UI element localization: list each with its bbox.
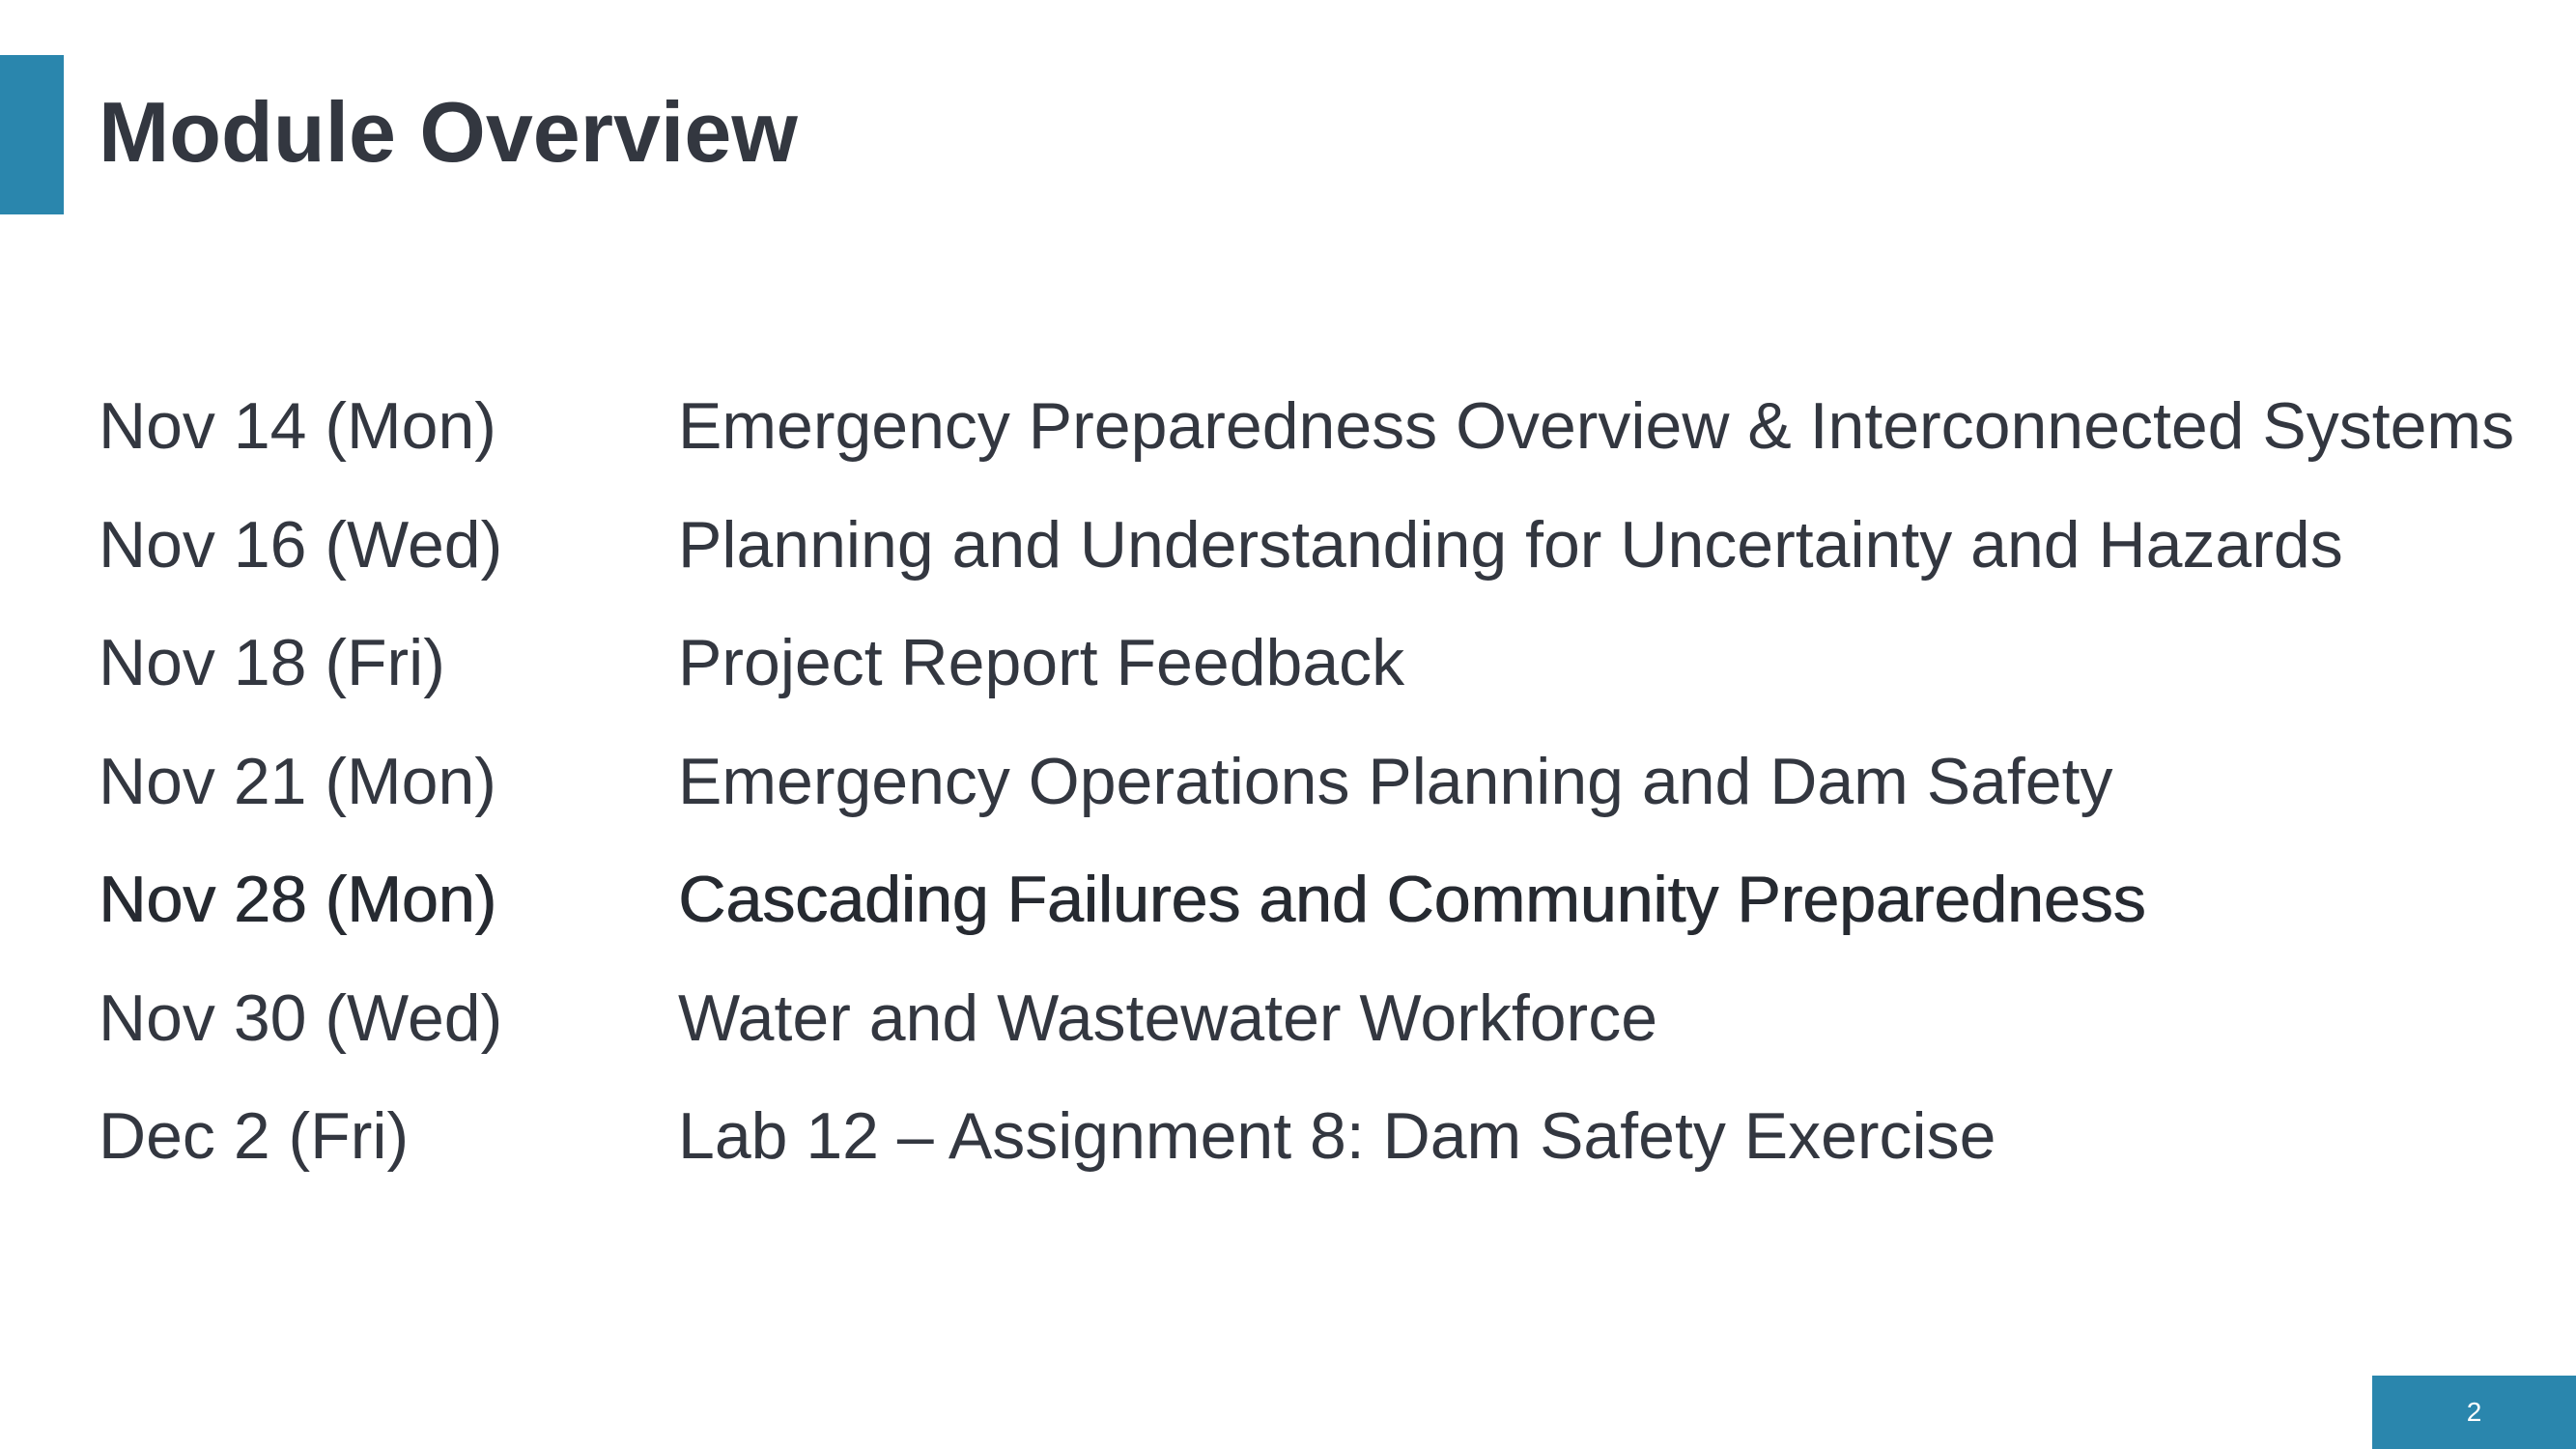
schedule-date: Nov 21 (Mon) [99,744,496,818]
schedule-topic: Water and Wastewater Workforce [678,980,1658,1055]
schedule-topic: Cascading Failures and Community Prepare… [678,863,2146,936]
schedule-topic: Planning and Understanding for Uncertain… [678,507,2343,582]
schedule-date: Nov 30 (Wed) [99,980,503,1055]
schedule-date: Nov 14 (Mon) [99,389,496,463]
schedule-row-current: Nov 28 (Mon) Cascading Failures and Comm… [99,840,2571,959]
schedule-topic: Emergency Operations Planning and Dam Sa… [678,744,2113,818]
schedule-row: Nov 16 (Wed) Planning and Understanding … [99,486,2571,605]
schedule-row: Nov 21 (Mon) Emergency Operations Planni… [99,723,2571,841]
page-number: 2 [2466,1397,2482,1427]
schedule-row: Nov 30 (Wed) Water and Wastewater Workfo… [99,959,2571,1078]
schedule-date: Nov 28 (Mon) [99,863,496,936]
schedule-list: Nov 14 (Mon) Emergency Preparedness Over… [99,367,2571,1196]
schedule-row: Dec 2 (Fri) Lab 12 – Assignment 8: Dam S… [99,1077,2571,1196]
page-number-badge: 2 [2372,1376,2576,1449]
schedule-date: Nov 18 (Fri) [99,626,445,699]
schedule-row: Nov 18 (Fri) Project Report Feedback [99,604,2571,723]
schedule-date: Nov 16 (Wed) [99,507,503,582]
schedule-date: Dec 2 (Fri) [99,1099,410,1173]
schedule-row: Nov 14 (Mon) Emergency Preparedness Over… [99,367,2571,486]
schedule-topic: Lab 12 – Assignment 8: Dam Safety Exerci… [678,1099,1996,1173]
title-accent-bar [0,55,64,214]
schedule-topic: Project Report Feedback [678,626,1405,699]
slide-title: Module Overview [99,84,798,180]
schedule-topic: Emergency Preparedness Overview & Interc… [678,389,2515,463]
